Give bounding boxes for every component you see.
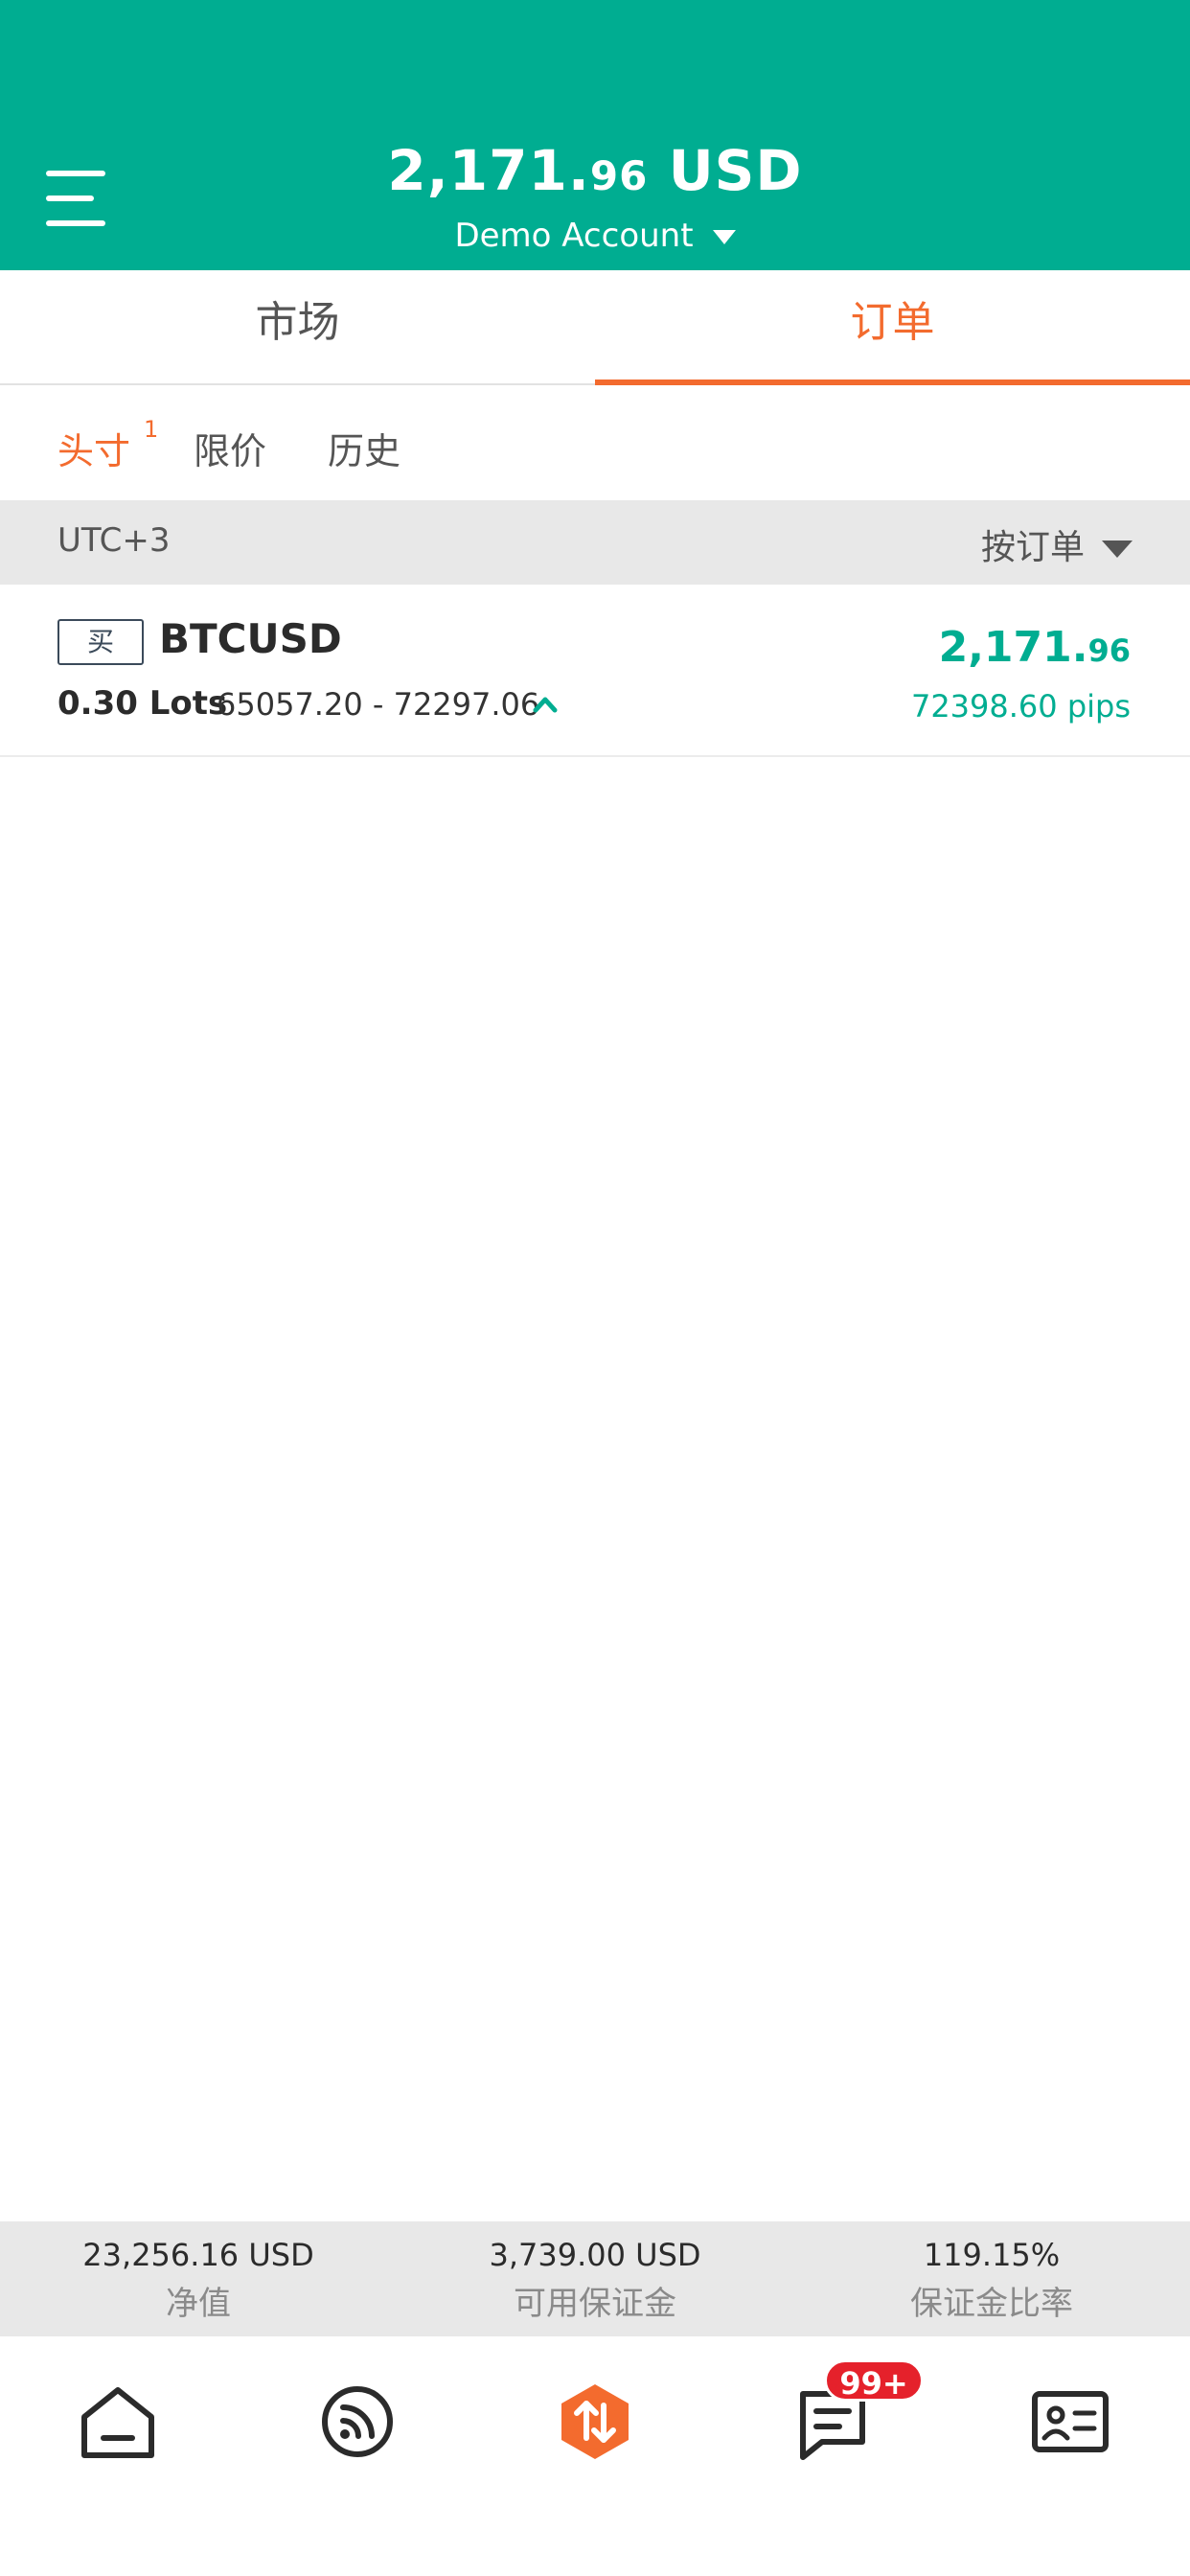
tab-orders[interactable]: 订单 — [595, 270, 1190, 385]
positions-count: 1 — [144, 416, 159, 443]
balance-integer: 2,171. — [387, 138, 590, 203]
subtab-positions[interactable]: 头寸 — [57, 422, 130, 474]
tab-market[interactable]: 市场 — [0, 270, 595, 383]
main-tabs: 市场 订单 — [0, 270, 1190, 385]
trade-icon[interactable] — [552, 2379, 638, 2465]
sub-tabs: 头寸 1 限价 历史 — [0, 385, 1190, 500]
profile-card-icon[interactable] — [1027, 2379, 1113, 2465]
free-margin-value: 3,739.00 USD — [489, 2237, 701, 2273]
equity-value: 23,256.16 USD — [82, 2237, 314, 2273]
equity-label: 净值 — [166, 2285, 231, 2323]
profit-decimal: 96 — [1087, 632, 1131, 669]
margin-ratio-label: 保证金比率 — [910, 2285, 1073, 2323]
subtab-history[interactable]: 历史 — [328, 422, 400, 474]
group-header: UTC+3 按订单 — [0, 500, 1190, 585]
position-lots: 0.30 Lots — [57, 684, 228, 723]
messages-badge: 99+ — [824, 2359, 924, 2402]
summary-equity: 23,256.16 USD 净值 — [0, 2237, 397, 2324]
sort-label: 按订单 — [980, 528, 1085, 567]
account-selector[interactable]: Demo Account — [0, 217, 1190, 255]
sort-selector[interactable]: 按订单 — [981, 519, 1133, 569]
feed-icon[interactable] — [314, 2379, 400, 2465]
caret-down-icon — [712, 230, 736, 244]
summary-free-margin: 3,739.00 USD 可用保证金 — [397, 2237, 793, 2324]
account-summary: 23,256.16 USD 净值 3,739.00 USD 可用保证金 119.… — [0, 2221, 1190, 2336]
position-pips: 72398.60 pips — [910, 688, 1131, 724]
balance-currency: USD — [668, 138, 803, 203]
account-label: Demo Account — [454, 217, 694, 255]
caret-down-icon — [1102, 540, 1133, 558]
position-profit: 2,171.96 — [939, 623, 1131, 672]
chevron-up-icon — [533, 697, 558, 713]
position-symbol: BTCUSD — [159, 615, 342, 662]
margin-ratio-value: 119.15% — [923, 2237, 1061, 2273]
account-balance: 2,171.96 USD — [0, 138, 1190, 203]
subtab-limit[interactable]: 限价 — [194, 422, 266, 474]
summary-margin-ratio: 119.15% 保证金比率 — [793, 2237, 1190, 2324]
free-margin-label: 可用保证金 — [514, 2285, 676, 2323]
position-row[interactable]: 买 BTCUSD 0.30 Lots 65057.20 - 72297.06 2… — [0, 585, 1190, 757]
app-header: 2,171.96 USD Demo Account — [0, 0, 1190, 270]
home-icon[interactable] — [75, 2379, 161, 2465]
bottom-nav — [0, 2336, 1190, 2576]
position-price-range: 65057.20 - 72297.06 — [217, 686, 540, 723]
balance-decimal: 96 — [589, 152, 649, 199]
side-badge: 买 — [57, 619, 144, 665]
timezone-label: UTC+3 — [57, 521, 171, 560]
profit-integer: 2,171. — [938, 623, 1088, 672]
